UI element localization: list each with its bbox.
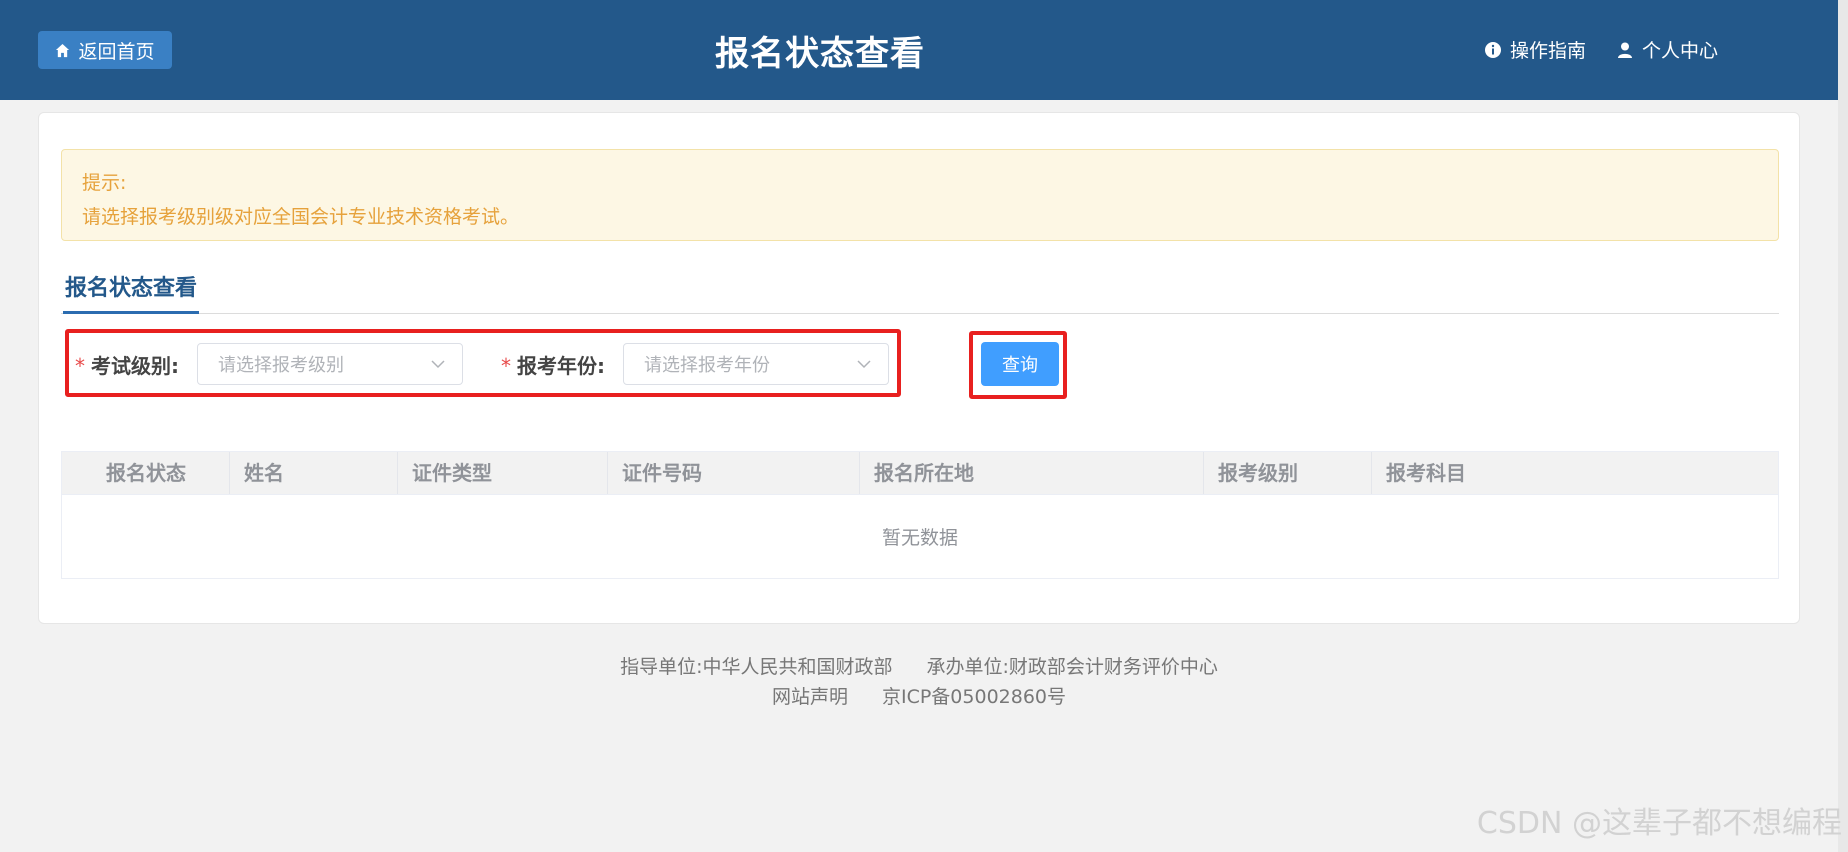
- notice-text: 请选择报考级别级对应全国会计专业技术资格考试。: [82, 206, 520, 228]
- level-select-placeholder: 请选择报考级别: [218, 355, 344, 376]
- column-header-status: 报名状态: [62, 452, 230, 494]
- footer: 指导单位:中华人民共和国财政部 承办单位:财政部会计财务评价中心 网站声明 京ICP…: [0, 652, 1838, 712]
- info-icon: [1484, 41, 1501, 58]
- footer-host-unit: 承办单位:财政部会计财务评价中心: [926, 656, 1218, 678]
- tab-status-view[interactable]: 报名状态查看: [63, 267, 200, 314]
- column-header-location: 报名所在地: [860, 452, 1204, 494]
- footer-icp-link[interactable]: 京ICP备05002860号: [882, 686, 1066, 708]
- personal-center-link[interactable]: 个人中心: [1616, 36, 1718, 63]
- home-button[interactable]: 返回首页: [38, 31, 172, 69]
- column-header-level: 报考级别: [1204, 452, 1372, 494]
- column-header-id-number: 证件号码: [608, 452, 860, 494]
- results-table: 报名状态 姓名 证件类型 证件号码 报名所在地 报考级别 报考科目 暂无数据: [61, 451, 1779, 579]
- year-label: * 报考年份:: [501, 353, 605, 378]
- home-button-label: 返回首页: [78, 40, 155, 63]
- top-header: 返回首页 报名状态查看 操作指南 个人中心: [0, 0, 1838, 100]
- notice-title: 提示:: [82, 172, 127, 194]
- footer-guide-unit: 指导单位:中华人民共和国财政部: [620, 656, 893, 678]
- query-button[interactable]: 查询: [981, 342, 1059, 386]
- empty-text: 暂无数据: [881, 526, 958, 549]
- filter-row: * 考试级别: 请选择报考级别 * 报考年份: 请选择报考年份: [75, 341, 927, 387]
- year-select[interactable]: 请选择报考年份: [623, 343, 889, 385]
- required-mark: *: [75, 353, 85, 378]
- guide-link[interactable]: 操作指南: [1484, 36, 1586, 63]
- notice-alert: 提示: 请选择报考级别级对应全国会计专业技术资格考试。: [61, 149, 1779, 241]
- watermark-text: CSDN @这辈子都不想编程: [1476, 806, 1842, 841]
- main-card: 提示: 请选择报考级别级对应全国会计专业技术资格考试。 报名状态查看 * 考试级别…: [38, 112, 1800, 624]
- level-select[interactable]: 请选择报考级别: [197, 343, 463, 385]
- level-label: * 考试级别:: [75, 353, 179, 378]
- guide-label: 操作指南: [1509, 40, 1586, 62]
- home-icon: [56, 43, 70, 57]
- section-tabs: 报名状态查看: [61, 267, 1779, 314]
- column-header-name: 姓名: [230, 452, 398, 494]
- column-header-subject: 报考科目: [1386, 461, 1466, 485]
- table-header: 报名状态 姓名 证件类型 证件号码 报名所在地 报考级别 报考科目: [62, 452, 1778, 495]
- scrollbar[interactable]: [1838, 0, 1848, 852]
- year-select-placeholder: 请选择报考年份: [644, 355, 770, 376]
- chevron-down-icon: [857, 360, 871, 369]
- user-icon: [1617, 42, 1632, 58]
- chevron-down-icon: [431, 360, 445, 369]
- footer-statement-link[interactable]: 网站声明: [772, 686, 848, 708]
- personal-center-label: 个人中心: [1641, 40, 1718, 62]
- required-mark: *: [501, 353, 511, 378]
- column-header-id-type: 证件类型: [398, 452, 608, 494]
- page-title: 报名状态查看: [715, 34, 925, 74]
